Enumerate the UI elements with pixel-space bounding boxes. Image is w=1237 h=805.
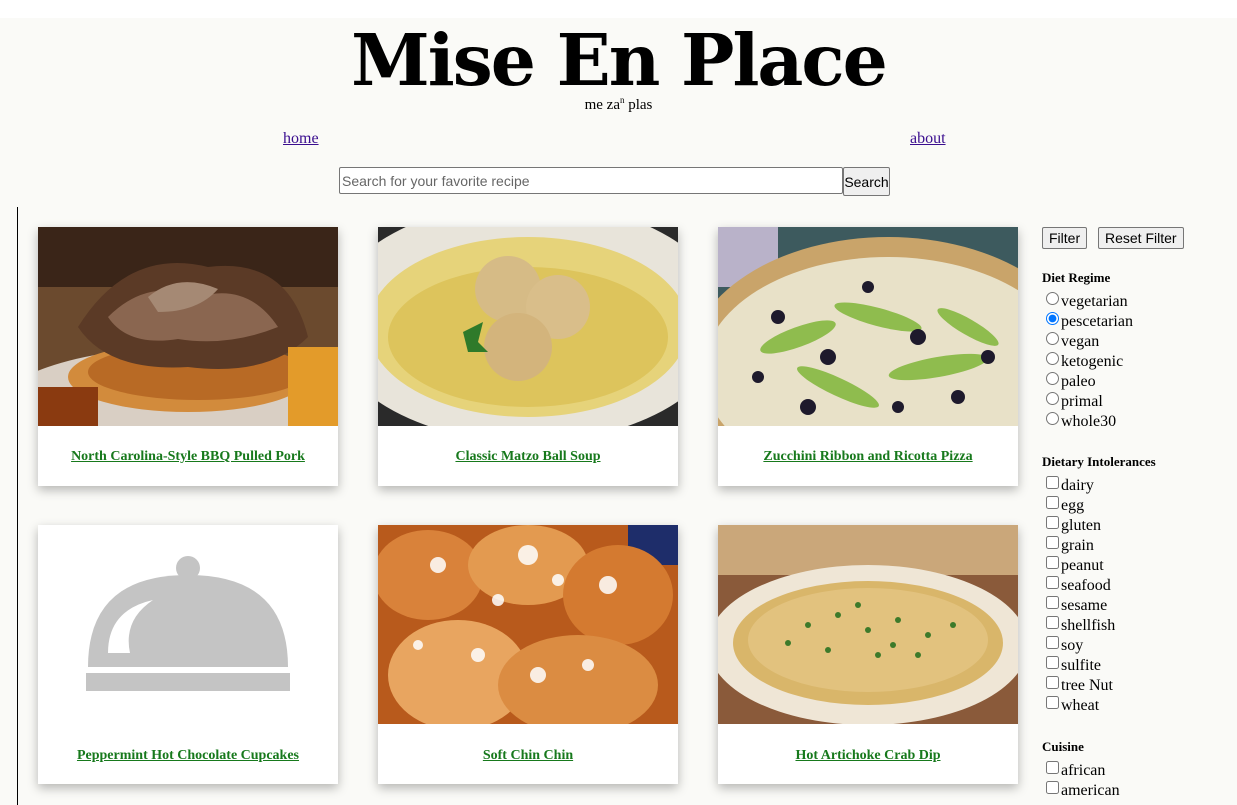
diet-radio[interactable] (1046, 332, 1059, 345)
pulled-pork-photo (38, 227, 338, 426)
intolerance-option[interactable]: gluten (1046, 516, 1101, 536)
diet-radio[interactable] (1046, 372, 1059, 385)
recipe-card[interactable]: Zucchini Ribbon and Ricotta Pizza (718, 227, 1018, 486)
intolerance-option[interactable]: grain (1046, 536, 1094, 556)
intolerance-option-label: sesame (1061, 597, 1108, 614)
recipe-card[interactable]: Soft Chin Chin (378, 525, 678, 784)
recipe-card[interactable]: Peppermint Hot Chocolate Cupcakes (38, 525, 338, 784)
diet-option[interactable]: vegan (1046, 332, 1099, 352)
cuisine-option-label: african (1061, 762, 1106, 779)
recipe-card[interactable]: Hot Artichoke Crab Dip (718, 525, 1018, 784)
intolerance-option-label: grain (1061, 537, 1094, 554)
cuisine-option[interactable]: african (1046, 761, 1105, 781)
diet-option[interactable]: pescetarian (1046, 312, 1133, 332)
pronunciation: me zan plas (584, 95, 653, 113)
cuisine-option[interactable]: american (1046, 781, 1120, 801)
intolerance-checkbox[interactable] (1046, 596, 1059, 609)
recipe-title-link[interactable]: Zucchini Ribbon and Ricotta Pizza (718, 449, 1018, 465)
diet-option[interactable]: paleo (1046, 372, 1096, 392)
diet-radio[interactable] (1046, 292, 1059, 305)
intolerance-option-label: egg (1061, 497, 1085, 514)
recipe-card[interactable]: North Carolina-Style BBQ Pulled Pork (38, 227, 338, 486)
recipe-title-link[interactable]: Peppermint Hot Chocolate Cupcakes (38, 748, 338, 764)
page: Mise En Place me zan plas home about Sea… (0, 18, 1237, 805)
diet-radio[interactable] (1046, 352, 1059, 365)
diet-option-label: vegan (1061, 333, 1100, 350)
intolerance-option[interactable]: tree Nut (1046, 676, 1113, 696)
intolerance-option-label: dairy (1061, 477, 1094, 494)
cuisine-option-label: american (1061, 782, 1120, 799)
intolerance-option[interactable]: dairy (1046, 476, 1094, 496)
intolerance-checkbox[interactable] (1046, 616, 1059, 629)
reset-filter-button[interactable]: Reset Filter (1098, 227, 1184, 249)
intolerance-checkbox[interactable] (1046, 476, 1059, 489)
placeholder-cloche-icon (38, 525, 338, 724)
intolerance-option[interactable]: wheat (1046, 696, 1099, 716)
diet-radio[interactable] (1046, 392, 1059, 405)
diet-option-label: pescetarian (1061, 313, 1133, 330)
intolerance-option-label: peanut (1061, 557, 1104, 574)
intolerance-option-label: seafood (1061, 577, 1111, 594)
diet-regime-heading: Diet Regime (1042, 270, 1111, 285)
intolerance-checkbox[interactable] (1046, 536, 1059, 549)
diet-option-label: whole30 (1061, 413, 1117, 430)
intolerance-option-label: tree Nut (1061, 677, 1113, 694)
diet-option-label: vegetarian (1061, 293, 1128, 310)
recipe-card[interactable]: Classic Matzo Ball Soup (378, 227, 678, 486)
diet-option[interactable]: ketogenic (1046, 352, 1123, 372)
diet-option-label: ketogenic (1061, 353, 1124, 370)
zucchini-pizza-photo (718, 227, 1018, 426)
diet-radio[interactable] (1046, 412, 1059, 425)
intolerances-heading: Dietary Intolerances (1042, 454, 1156, 469)
intolerance-checkbox[interactable] (1046, 676, 1059, 689)
diet-option-label: paleo (1061, 373, 1096, 390)
intolerance-checkbox[interactable] (1046, 656, 1059, 669)
site-title: Mise En Place (351, 18, 888, 102)
diet-option[interactable]: vegetarian (1046, 292, 1128, 312)
intolerance-checkbox[interactable] (1046, 636, 1059, 649)
search-button[interactable]: Search (843, 167, 890, 196)
diet-option[interactable]: primal (1046, 392, 1103, 412)
recipe-title-link[interactable]: Soft Chin Chin (378, 748, 678, 764)
intolerance-checkbox[interactable] (1046, 696, 1059, 709)
nav-about-link[interactable]: about (910, 130, 946, 148)
intolerance-option[interactable]: seafood (1046, 576, 1111, 596)
intolerance-option-label: soy (1061, 637, 1084, 654)
intolerance-option[interactable]: egg (1046, 496, 1084, 516)
cuisine-heading: Cuisine (1042, 739, 1084, 754)
intolerance-option-label: sulfite (1061, 657, 1101, 674)
intolerance-option[interactable]: soy (1046, 636, 1083, 656)
filter-button[interactable]: Filter (1042, 227, 1088, 249)
recipe-title-link[interactable]: Hot Artichoke Crab Dip (718, 748, 1018, 764)
cuisine-checkbox[interactable] (1046, 761, 1059, 774)
cuisine-checkbox[interactable] (1046, 781, 1059, 794)
intolerance-option-label: gluten (1061, 517, 1101, 534)
intolerance-option-label: shellfish (1061, 617, 1116, 634)
intolerance-option[interactable]: shellfish (1046, 616, 1115, 636)
diet-radio[interactable] (1046, 312, 1059, 325)
diet-option-label: primal (1061, 393, 1103, 410)
matzo-ball-soup-photo (378, 227, 678, 426)
recipe-title-link[interactable]: North Carolina-Style BBQ Pulled Pork (38, 449, 338, 465)
intolerance-checkbox[interactable] (1046, 496, 1059, 509)
intolerance-option[interactable]: sulfite (1046, 656, 1101, 676)
crab-dip-photo (718, 525, 1018, 724)
intolerance-checkbox[interactable] (1046, 556, 1059, 569)
search-input[interactable] (339, 167, 843, 194)
diet-option[interactable]: whole30 (1046, 412, 1116, 432)
intolerance-option[interactable]: peanut (1046, 556, 1104, 576)
intolerance-option-label: wheat (1061, 697, 1100, 714)
divider (17, 207, 18, 805)
chin-chin-photo (378, 525, 678, 724)
intolerance-checkbox[interactable] (1046, 516, 1059, 529)
intolerance-checkbox[interactable] (1046, 576, 1059, 589)
recipe-title-link[interactable]: Classic Matzo Ball Soup (378, 449, 678, 465)
intolerance-option[interactable]: sesame (1046, 596, 1107, 616)
nav-home-link[interactable]: home (283, 130, 319, 148)
